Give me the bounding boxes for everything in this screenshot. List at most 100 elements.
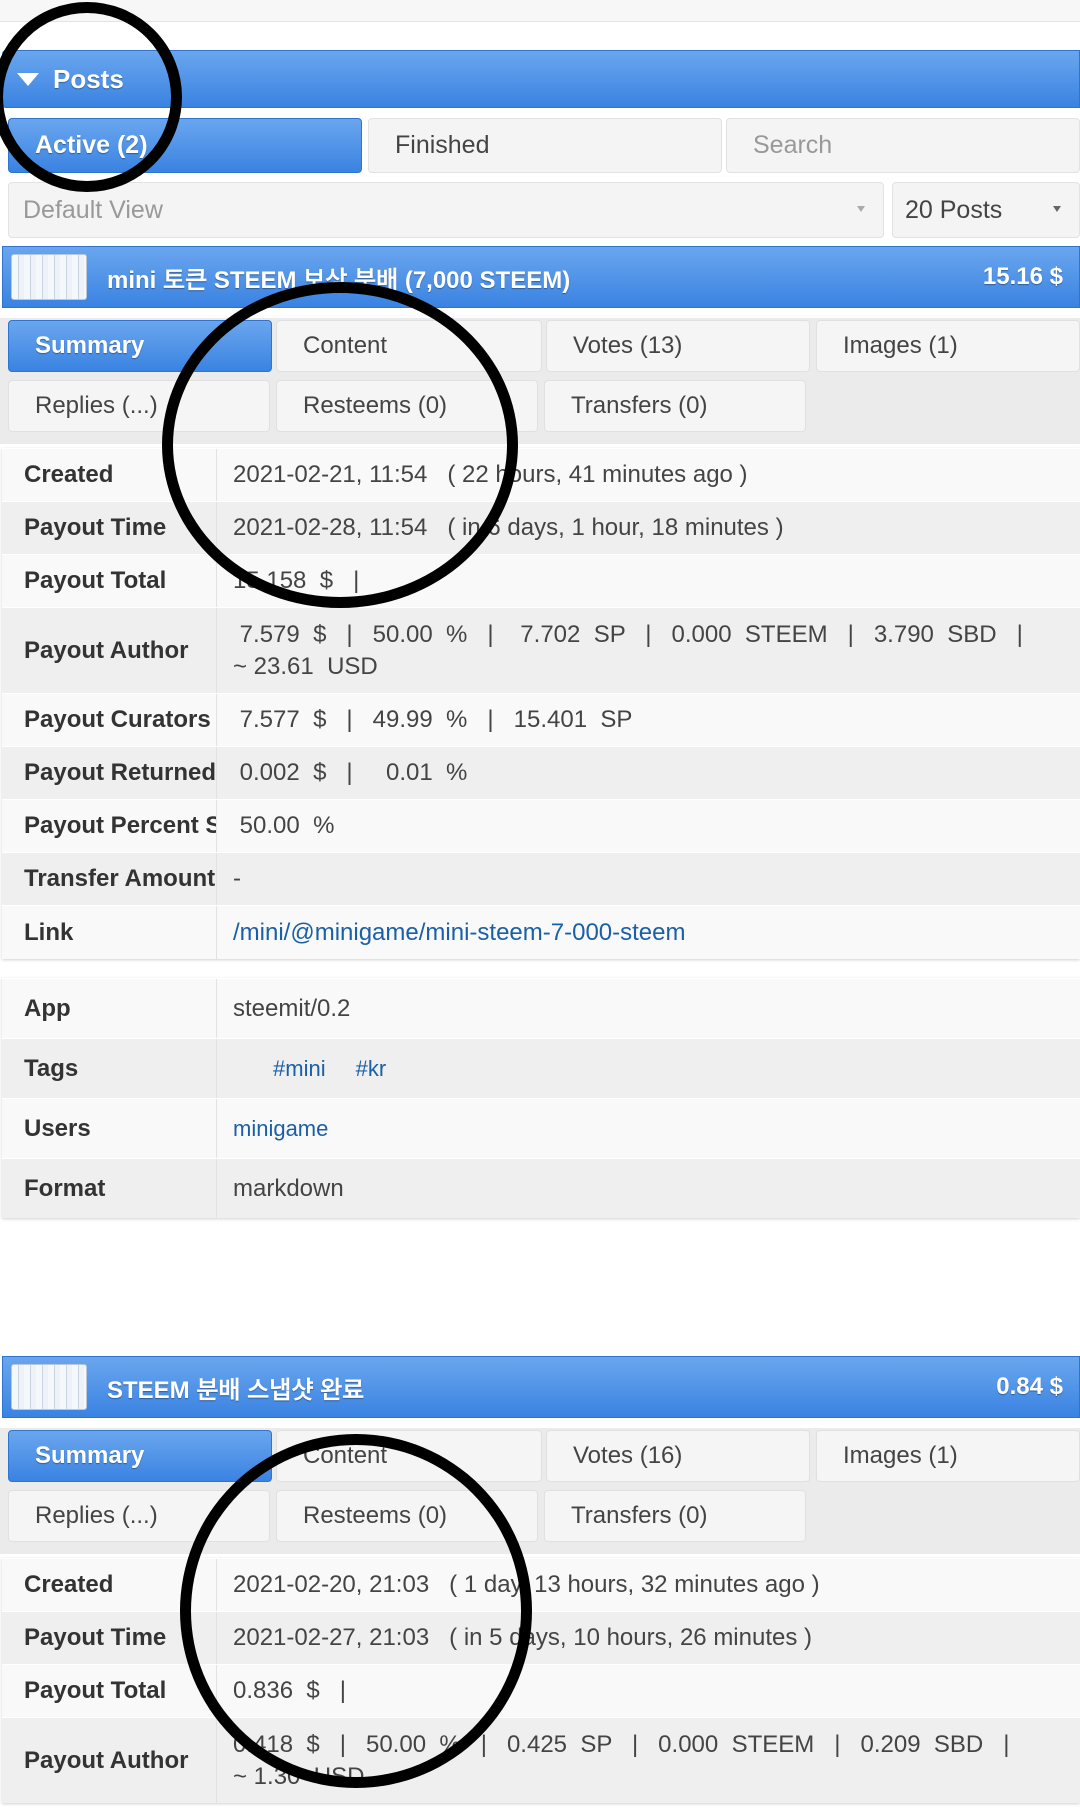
detail-label: Payout Total (2, 555, 217, 607)
detail-row-payout-percent: Payout Percent SBD 50.00 % (2, 799, 1080, 852)
tab-summary[interactable]: Summary (8, 320, 272, 372)
post-payout-amount: 15.16 $ (982, 263, 1063, 290)
tab-resteems[interactable]: Resteems (0) (276, 1490, 538, 1542)
tab-label: Replies (...) (35, 1502, 158, 1529)
detail-value: 7.577 $ | 49.99 % | 15.401 SP (233, 706, 633, 733)
detail-label: Transfer Amount (2, 853, 217, 905)
triangle-down-icon (17, 72, 39, 86)
tab-transfers[interactable]: Transfers (0) (544, 1490, 806, 1542)
post-tabs: Summary Content Votes (16) Images (1) Re… (0, 1428, 1080, 1554)
detail-value: 2021-02-27, 21:03 ( in 5 days, 10 hours,… (233, 1624, 813, 1651)
post-header[interactable]: STEEM 분배 스냅샷 완료 0.84 $ (2, 1356, 1080, 1418)
tab-images[interactable]: Images (1) (816, 320, 1080, 372)
view-select-value: Default View (23, 195, 163, 224)
search-placeholder: Search (753, 131, 833, 159)
posts-count-value: 20 Posts (905, 195, 1003, 224)
detail-value: 0.418 $ | 50.00 % | 0.425 SP | 0.000 STE… (233, 1730, 1010, 1790)
tab-label: Replies (...) (35, 392, 158, 419)
tab-summary[interactable]: Summary (8, 1430, 272, 1482)
detail-label: Created (2, 1559, 217, 1611)
tab-label: Content (303, 332, 388, 359)
tag-link[interactable]: #mini (273, 1056, 326, 1081)
detail-row-created: Created 2021-02-21, 11:54 ( 22 hours, 41… (2, 448, 1080, 501)
tab-images[interactable]: Images (1) (816, 1430, 1080, 1482)
detail-label: Link (2, 906, 217, 959)
chevron-down-icon (1053, 206, 1061, 212)
meta-row-format: Format markdown (2, 1158, 1080, 1218)
tab-label: Content (303, 1442, 388, 1469)
detail-row-transfer-amount: Transfer Amount - (2, 852, 1080, 905)
meta-label: Users (2, 1099, 217, 1158)
tab-label: Transfers (0) (571, 392, 708, 419)
tab-transfers[interactable]: Transfers (0) (544, 380, 806, 432)
tab-content[interactable]: Content (276, 1430, 542, 1482)
tab-label: Images (1) (843, 1442, 958, 1469)
detail-row-payout-returned: Payout Returned 0.002 $ | 0.01 % (2, 746, 1080, 799)
post-meta-table: App steemit/0.2 Tags #mini #kr Users mini… (2, 978, 1080, 1218)
tab-label: Transfers (0) (571, 1502, 708, 1529)
posts-section-header[interactable]: Posts (2, 50, 1080, 108)
detail-value: 15.158 $ | (233, 567, 360, 594)
tab-label: Images (1) (843, 332, 958, 359)
post-tabs: Summary Content Votes (13) Images (1) Re… (0, 318, 1080, 444)
detail-value: 50.00 % (233, 812, 335, 839)
finished-filter-button[interactable]: Finished (368, 118, 722, 173)
posts-count-select[interactable]: 20 Posts (892, 182, 1080, 238)
detail-label: Payout Time (2, 1612, 217, 1664)
active-filter-button[interactable]: Active (2) (8, 118, 362, 173)
posts-section-title: Posts (53, 63, 124, 94)
tab-label: Votes (16) (573, 1442, 683, 1469)
post-link[interactable]: /mini/@minigame/mini-steem-7-000-steem (217, 917, 1080, 949)
post-thumbnail (11, 1364, 87, 1410)
finished-filter-label: Finished (395, 131, 490, 159)
detail-label: Payout Returned (2, 747, 217, 799)
user-link[interactable]: minigame (233, 1116, 328, 1141)
detail-label: Payout Author (2, 1718, 217, 1803)
search-input[interactable]: Search (726, 118, 1080, 173)
tab-label: Resteems (0) (303, 1502, 448, 1529)
post-details-table: Created 2021-02-20, 21:03 ( 1 day, 13 ho… (2, 1558, 1080, 1803)
tag-link[interactable]: #kr (356, 1056, 387, 1081)
tab-label: Summary (35, 332, 145, 359)
chevron-down-icon (857, 206, 865, 212)
detail-row-payout-total: Payout Total 15.158 $ | (2, 554, 1080, 607)
detail-row-payout-total: Payout Total 0.836 $ | (2, 1664, 1080, 1717)
meta-value: markdown (233, 1174, 344, 1202)
tab-label: Resteems (0) (303, 392, 448, 419)
detail-value: 0.002 $ | 0.01 % (233, 759, 468, 786)
post-thumbnail (11, 254, 87, 300)
detail-row-payout-author: Payout Author 7.579 $ | 50.00 % | 7.702 … (2, 607, 1080, 693)
post-header[interactable]: mini 토큰 STEEM 보상 분배 (7,000 STEEM) 15.16 … (2, 246, 1080, 308)
detail-label: Created (2, 449, 217, 501)
detail-label: Payout Curators (2, 694, 217, 746)
tab-replies[interactable]: Replies (...) (8, 380, 270, 432)
detail-label: Payout Author (2, 608, 217, 693)
post-payout-amount: 0.84 $ (996, 1373, 1063, 1400)
meta-label: Tags (2, 1039, 217, 1098)
detail-value: 7.579 $ | 50.00 % | 7.702 SP | 0.000 STE… (233, 620, 1023, 680)
detail-label: Payout Total (2, 1665, 217, 1717)
post-details-table: Created 2021-02-21, 11:54 ( 22 hours, 41… (2, 448, 1080, 959)
detail-row-payout-author: Payout Author 0.418 $ | 50.00 % | 0.425 … (2, 1717, 1080, 1803)
post-title: mini 토큰 STEEM 보상 분배 (7,000 STEEM) (107, 266, 571, 294)
active-filter-label: Active (2) (35, 131, 148, 159)
detail-label: Payout Percent SBD (2, 800, 217, 852)
detail-row-link: Link /mini/@minigame/mini-steem-7-000-st… (2, 905, 1080, 959)
tab-resteems[interactable]: Resteems (0) (276, 380, 538, 432)
detail-value: 2021-02-28, 11:54 ( in 6 days, 1 hour, 1… (233, 514, 784, 541)
tab-label: Summary (35, 1442, 145, 1469)
meta-label: Format (2, 1159, 217, 1218)
tab-content[interactable]: Content (276, 320, 542, 372)
detail-row-payout-time: Payout Time 2021-02-27, 21:03 ( in 5 day… (2, 1611, 1080, 1664)
tab-votes[interactable]: Votes (16) (546, 1430, 810, 1482)
view-select[interactable]: Default View (8, 182, 884, 238)
tab-votes[interactable]: Votes (13) (546, 320, 810, 372)
detail-row-payout-curators: Payout Curators 7.577 $ | 49.99 % | 15.4… (2, 693, 1080, 746)
tab-replies[interactable]: Replies (...) (8, 1490, 270, 1542)
detail-value: 2021-02-21, 11:54 ( 22 hours, 41 minutes… (233, 461, 748, 488)
detail-value: - (233, 865, 241, 892)
meta-label: App (2, 979, 217, 1038)
tab-label: Votes (13) (573, 332, 683, 359)
meta-row-tags: Tags #mini #kr (2, 1038, 1080, 1098)
top-bar (0, 0, 1080, 22)
